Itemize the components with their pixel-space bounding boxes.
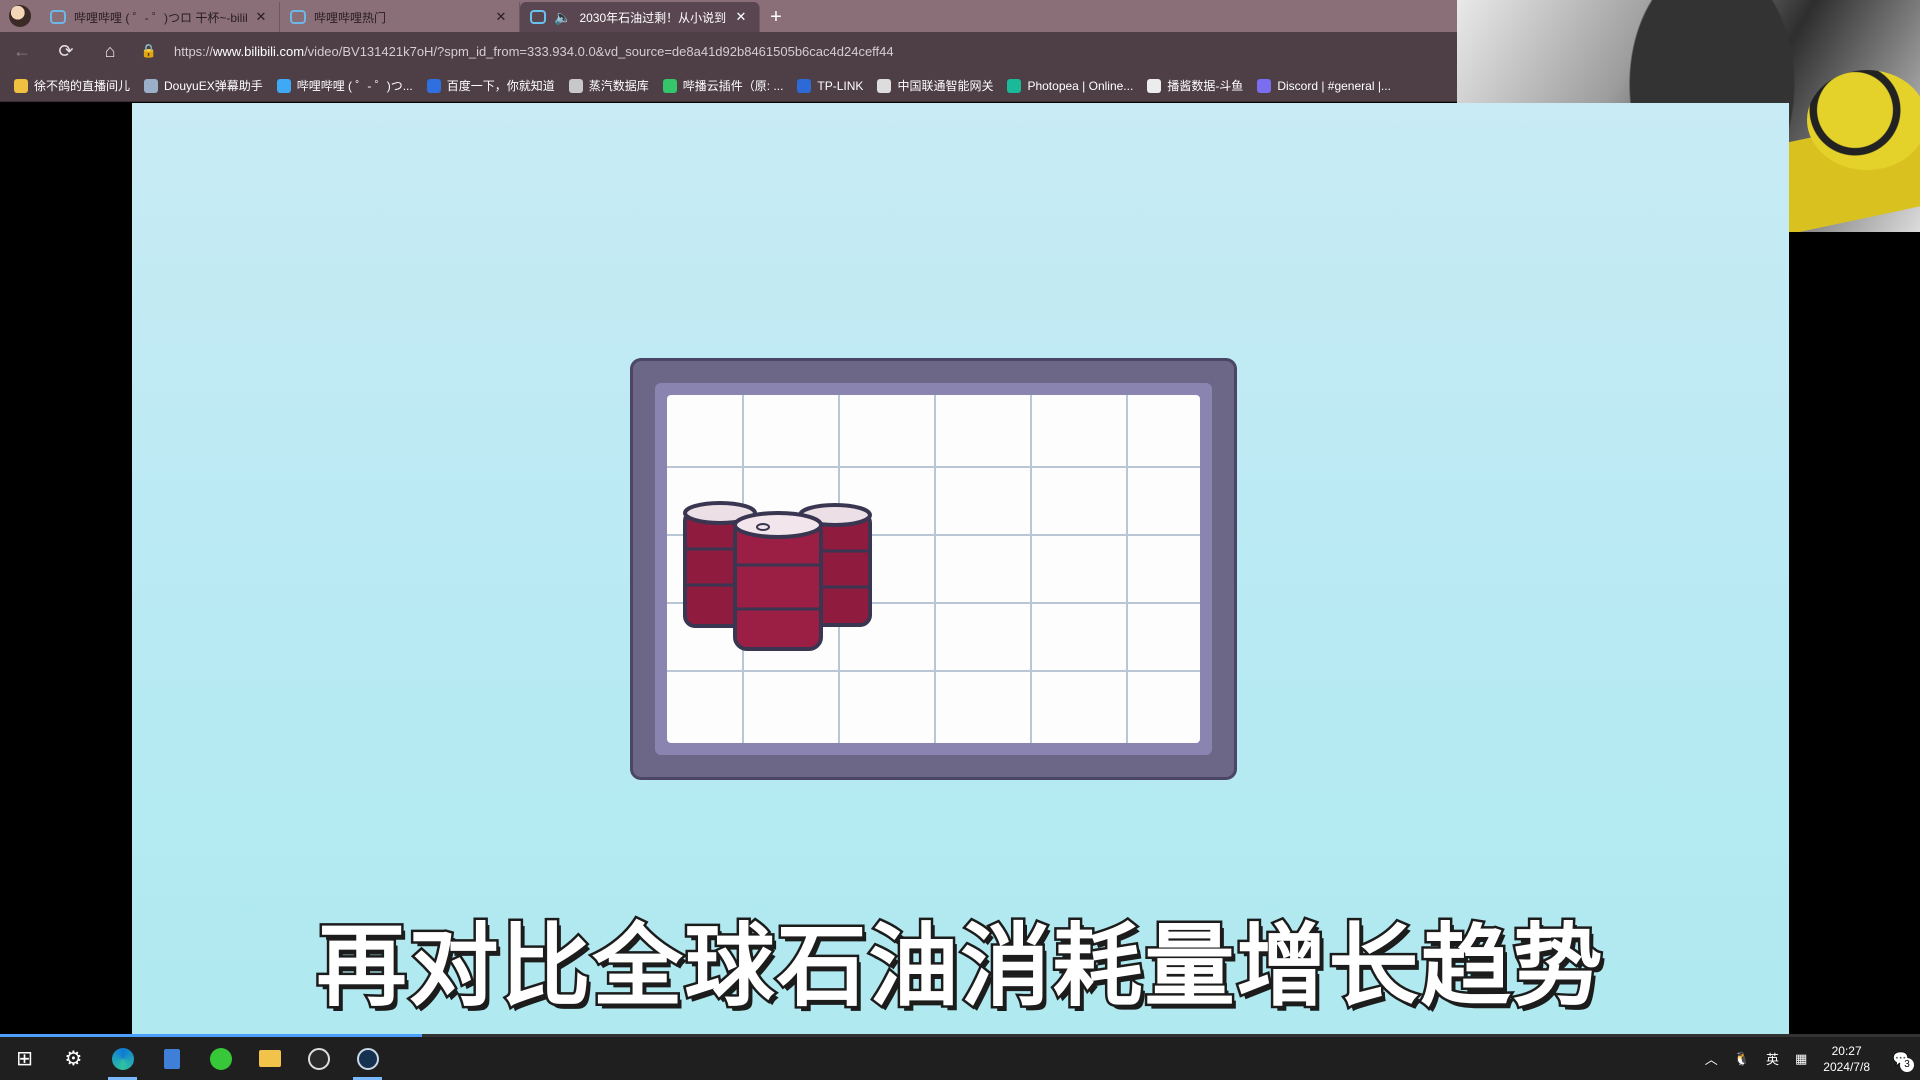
bookmark-favicon-icon	[1257, 78, 1272, 93]
bookmark-item[interactable]: DouyuEX弹幕助手	[144, 77, 263, 94]
qq-icon[interactable]: 🐧	[1734, 1051, 1750, 1067]
close-icon[interactable]: ✕	[733, 9, 749, 25]
bookmark-label: TP-LINK	[817, 78, 864, 93]
url-path: /video/BV131421k7oH/?spm_id_from=333.934…	[304, 43, 894, 59]
bookmark-item[interactable]: Photopea | Online...	[1007, 78, 1134, 93]
oil-barrel-icon	[733, 511, 823, 651]
bookmark-label: Photopea | Online...	[1027, 78, 1134, 93]
close-icon[interactable]: ✕	[253, 9, 269, 25]
reload-button[interactable]: ⟳	[44, 32, 88, 70]
bookmark-favicon-icon	[276, 78, 291, 93]
bilibili-tv-icon	[530, 10, 546, 24]
home-button[interactable]: ⌂	[88, 32, 132, 70]
url-host: www.bilibili.com	[213, 43, 305, 59]
speaker-icon[interactable]: 🔈	[554, 9, 571, 26]
windows-taskbar: ⊞ ⚙ ︿ 🐧 英 ▦ 20:27 2024/7/8 💬 3	[0, 1037, 1920, 1080]
bookmark-label: 蒸汽数据库	[588, 79, 649, 93]
system-tray: ︿ 🐧 英 ▦ 20:27 2024/7/8 💬 3	[1697, 1037, 1920, 1080]
bookmark-favicon-icon	[14, 78, 28, 93]
bookmark-item[interactable]: 百度一下，你就知道	[426, 77, 555, 94]
bookmark-item[interactable]: 哔播云插件（原: ...	[662, 77, 784, 94]
url-prefix: https://	[174, 43, 214, 59]
bookmark-item[interactable]: 徐不鸽的直播间儿	[14, 77, 130, 94]
bookmark-label: 播酱数据-斗鱼	[1167, 79, 1244, 93]
notification-center-button[interactable]: 💬 3	[1882, 1037, 1920, 1080]
tab-current-video[interactable]: 🔈 2030年石油过剩！从小说到 ✕	[520, 2, 760, 32]
avatar-icon	[9, 5, 31, 27]
webcam-yellow-round	[1807, 70, 1920, 170]
tab-bilibili-home[interactable]: 哔哩哔哩 ( ゜- ゜)つロ 干杯~-bilib ✕	[40, 2, 280, 32]
tab-label: 2030年石油过剩！从小说到	[579, 10, 727, 25]
grid-paper	[667, 395, 1200, 743]
bookmark-favicon-icon	[568, 78, 583, 93]
notification-count: 3	[1900, 1058, 1914, 1072]
clock-date: 2024/7/8	[1823, 1059, 1870, 1074]
address-bar[interactable]: 🔒 https://www.bilibili.com/video/BV13142…	[136, 36, 1447, 66]
bookmark-label: 徐不鸽的直播间儿	[34, 79, 131, 93]
bookmark-label: 百度一下，你就知道	[446, 79, 555, 93]
video-player[interactable]: 再对比全球石油消耗量增长趋势	[132, 103, 1789, 1035]
back-button[interactable]: ←	[0, 32, 44, 70]
bookmark-item[interactable]: 中国联通智能网关	[877, 77, 993, 94]
tab-label: 哔哩哔哩热门	[314, 10, 387, 25]
browser-toolbar: ← ⟳ ⌂ 🔒 https://www.bilibili.com/video/B…	[0, 32, 1457, 70]
bookmark-item[interactable]: 哔哩哔哩 ( ゜- ゜)つ...	[276, 77, 413, 94]
calculator-icon[interactable]	[147, 1037, 196, 1080]
bilibili-tv-icon	[50, 10, 66, 24]
clock-time: 20:27	[1831, 1043, 1862, 1058]
tab-label: 哔哩哔哩 ( ゜- ゜)つロ 干杯~-bilib	[74, 10, 247, 25]
bilibili-tv-icon	[290, 10, 306, 24]
profile-avatar[interactable]	[0, 0, 40, 32]
bookmark-label: 哔播云插件（原: ...	[682, 79, 784, 93]
chart-board	[633, 361, 1234, 777]
ime-grid-icon[interactable]: ▦	[1795, 1051, 1807, 1067]
obs-icon[interactable]	[294, 1037, 343, 1080]
bookmark-item[interactable]: 播酱数据-斗鱼	[1147, 77, 1243, 94]
bookmark-label: DouyuEX弹幕助手	[164, 79, 263, 93]
tab-bilibili-hot[interactable]: 哔哩哔哩热门 ✕	[280, 2, 520, 32]
bookmark-label: Discord | #general |...	[1277, 78, 1391, 93]
bookmark-favicon-icon	[877, 78, 892, 93]
bookmark-label: 哔哩哔哩 ( ゜- ゜)つ...	[296, 79, 413, 93]
settings-icon[interactable]: ⚙	[49, 1037, 98, 1080]
bookmark-favicon-icon	[144, 78, 159, 93]
bookmark-favicon-icon	[1007, 78, 1022, 93]
grid-illustration	[667, 395, 1200, 743]
bookmark-item[interactable]: Discord | #general |...	[1257, 78, 1391, 93]
video-subtitle: 再对比全球石油消耗量增长趋势	[314, 912, 1605, 1022]
bookmark-favicon-icon	[426, 78, 441, 93]
close-icon[interactable]: ✕	[493, 9, 509, 25]
screen: 哔哩哔哩 ( ゜- ゜)つロ 干杯~-bilib ✕ 哔哩哔哩热门 ✕ 🔈 20…	[0, 0, 1920, 1080]
lock-icon[interactable]: 🔒	[136, 43, 162, 59]
windows-start-icon[interactable]: ⊞	[0, 1037, 49, 1080]
chevron-up-icon[interactable]: ︿	[1705, 1049, 1718, 1068]
bookmark-favicon-icon	[1147, 78, 1162, 93]
folder-icon[interactable]	[245, 1037, 294, 1080]
edge-icon[interactable]	[98, 1037, 147, 1080]
bookmarks-bar: 徐不鸽的直播间儿 DouyuEX弹幕助手 哔哩哔哩 ( ゜- ゜)つ... 百度一下，…	[0, 70, 1457, 102]
clock[interactable]: 20:27 2024/7/8	[1823, 1043, 1870, 1075]
bookmark-label: 中国联通智能网关	[897, 79, 994, 93]
ime-indicator[interactable]: 英	[1766, 1049, 1779, 1068]
green-app-icon[interactable]	[196, 1037, 245, 1080]
new-tab-button[interactable]: +	[760, 2, 792, 32]
bookmark-favicon-icon	[797, 78, 812, 93]
board-frame	[655, 383, 1212, 755]
bookmark-item[interactable]: 蒸汽数据库	[568, 77, 649, 94]
tab-bar: 哔哩哔哩 ( ゜- ゜)つロ 干杯~-bilib ✕ 哔哩哔哩热门 ✕ 🔈 20…	[0, 0, 1457, 32]
bookmark-item[interactable]: TP-LINK	[797, 78, 864, 93]
bookmark-favicon-icon	[662, 78, 677, 93]
steam-icon[interactable]	[343, 1037, 392, 1080]
